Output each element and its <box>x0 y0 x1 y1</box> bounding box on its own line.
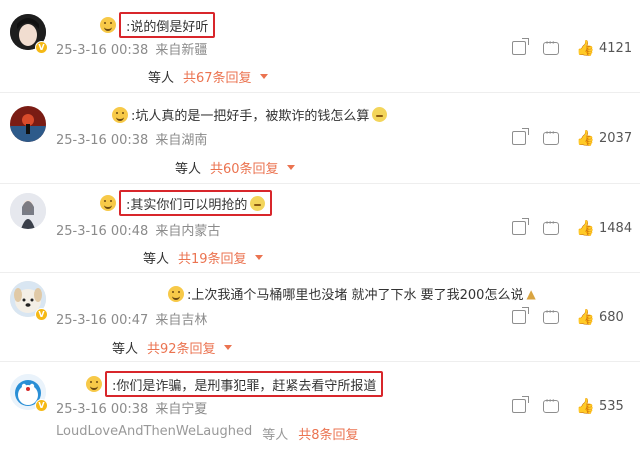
grimace-emoji-icon <box>372 107 388 122</box>
comment-text: :上次我通个马桶哪里也没堵 就冲了下水 要了我200怎么说 <box>187 288 524 303</box>
chevron-down-icon <box>286 165 295 170</box>
reply-users: 等人 <box>143 252 170 267</box>
share-icon[interactable] <box>512 128 529 145</box>
reply-count: 共60条回复 <box>210 162 279 177</box>
smiley-icon <box>86 376 102 392</box>
comment-text-row: :你们是诈骗，是刑事犯罪，赶紧去看守所报道 <box>86 371 384 397</box>
avatar[interactable] <box>10 193 46 229</box>
smiley-icon <box>100 195 116 211</box>
comment-time: 25-3-16 00:38 <box>56 43 149 58</box>
thumbs-up-icon[interactable]: 👍 <box>576 130 595 146</box>
reply-count: 共19条回复 <box>178 252 247 267</box>
comment-actions: 👍 1484 <box>512 218 633 236</box>
grimace-emoji-icon <box>250 195 266 211</box>
comment-item: V :上次我通个马桶哪里也没堵 就冲了下水 要了我200怎么说 ▲ 25-3-1… <box>0 273 640 367</box>
comment-location: 来自吉林 <box>155 313 208 328</box>
verified-badge-icon: V <box>35 399 48 412</box>
chevron-down-icon <box>223 345 232 350</box>
comment-actions: 👍 2037 <box>512 128 633 146</box>
comment-meta: 25-3-16 00:38 来自湖南 <box>56 129 207 148</box>
comment-text: :坑人真的是一把好手，被欺诈的钱怎么算 <box>131 109 370 124</box>
comment-icon[interactable] <box>543 39 559 55</box>
comment-time: 25-3-16 00:38 <box>56 133 149 148</box>
comment-actions: 👍 535 <box>512 396 624 414</box>
reply-count: 共92条回复 <box>147 342 216 357</box>
verified-badge-icon: V <box>35 308 48 321</box>
verified-badge-icon: V <box>35 41 48 54</box>
smiley-icon <box>112 106 128 123</box>
smiley-icon <box>168 285 184 302</box>
comment-location: 来自新疆 <box>155 43 208 58</box>
view-replies-link[interactable]: 等人 共92条回复 <box>112 338 232 357</box>
chevron-down-icon <box>259 74 268 79</box>
comment-item: V :说的倒是好听 25-3-16 00:38 来自新疆 👍 4121 等人 共6… <box>0 0 640 94</box>
like-count: 535 <box>599 398 624 414</box>
smiley-icon <box>100 17 116 33</box>
comment-location: 来自内蒙古 <box>155 224 221 239</box>
avatar[interactable] <box>10 106 46 142</box>
view-replies-link[interactable]: 等人 共60条回复 <box>175 158 295 177</box>
thumbs-up-icon[interactable]: 👍 <box>576 398 595 414</box>
thumbs-up-icon[interactable]: 👍 <box>576 309 595 325</box>
comment-location: 来自宁夏 <box>155 402 208 417</box>
comment-meta: 25-3-16 00:47 来自吉林 <box>56 309 207 328</box>
comment-text-row: :上次我通个马桶哪里也没堵 就冲了下水 要了我200怎么说 ▲ <box>168 284 536 303</box>
comment-time: 25-3-16 00:38 <box>56 402 149 417</box>
share-icon[interactable] <box>512 307 529 324</box>
comment-meta: 25-3-16 00:38 来自新疆 <box>56 39 207 58</box>
comment-icon[interactable] <box>543 397 559 413</box>
comment-icon[interactable] <box>543 219 559 235</box>
reply-count: 共67条回复 <box>183 71 252 86</box>
comment-text: :你们是诈骗，是刑事犯罪，赶紧去看守所报道 <box>105 371 384 397</box>
share-icon[interactable] <box>512 218 529 235</box>
comment-time: 25-3-16 00:48 <box>56 224 149 239</box>
comment-meta: 25-3-16 00:38 来自宁夏 <box>56 398 207 417</box>
reply-users: 等人 <box>175 162 202 177</box>
share-icon[interactable] <box>512 38 529 55</box>
comment-text: :说的倒是好听 <box>119 12 216 38</box>
like-count: 4121 <box>599 40 633 56</box>
comment-text-row: :其实你们可以明抢的 <box>100 190 273 216</box>
comment-text: :其实你们可以明抢的 <box>119 190 273 216</box>
like-count: 1484 <box>599 220 633 236</box>
thumbs-up-icon[interactable]: 👍 <box>576 40 595 56</box>
comment-icon[interactable] <box>543 129 559 145</box>
comment-text-value: :其实你们可以明抢的 <box>126 197 248 213</box>
share-icon[interactable] <box>512 396 529 413</box>
view-replies-link[interactable]: 等人 共19条回复 <box>143 248 263 267</box>
view-replies-link[interactable]: 等人 共67条回复 <box>148 67 268 86</box>
comment-item: :其实你们可以明抢的 25-3-16 00:48 来自内蒙古 👍 1484 等人 … <box>0 184 640 278</box>
chevron-down-icon <box>254 255 263 260</box>
like-count: 680 <box>599 309 624 325</box>
comment-meta: 25-3-16 00:48 来自内蒙古 <box>56 220 220 239</box>
comment-text-row: :说的倒是好听 <box>100 12 216 38</box>
comment-item: :坑人真的是一把好手，被欺诈的钱怎么算 25-3-16 00:38 来自湖南 👍 … <box>0 93 640 187</box>
thumbs-up-icon[interactable]: 👍 <box>576 220 595 236</box>
comment-actions: 👍 4121 <box>512 38 633 56</box>
reply-users: 等人 <box>148 71 175 86</box>
comment-actions: 👍 680 <box>512 307 624 325</box>
comment-icon[interactable] <box>543 308 559 324</box>
reply-users: 等人 <box>112 342 139 357</box>
like-count: 2037 <box>599 130 633 146</box>
comment-text-row: :坑人真的是一把好手，被欺诈的钱怎么算 <box>112 105 388 124</box>
comment-time: 25-3-16 00:47 <box>56 313 149 328</box>
bow-emoji-icon: ▲ <box>526 286 536 301</box>
comment-location: 来自湖南 <box>155 133 208 148</box>
